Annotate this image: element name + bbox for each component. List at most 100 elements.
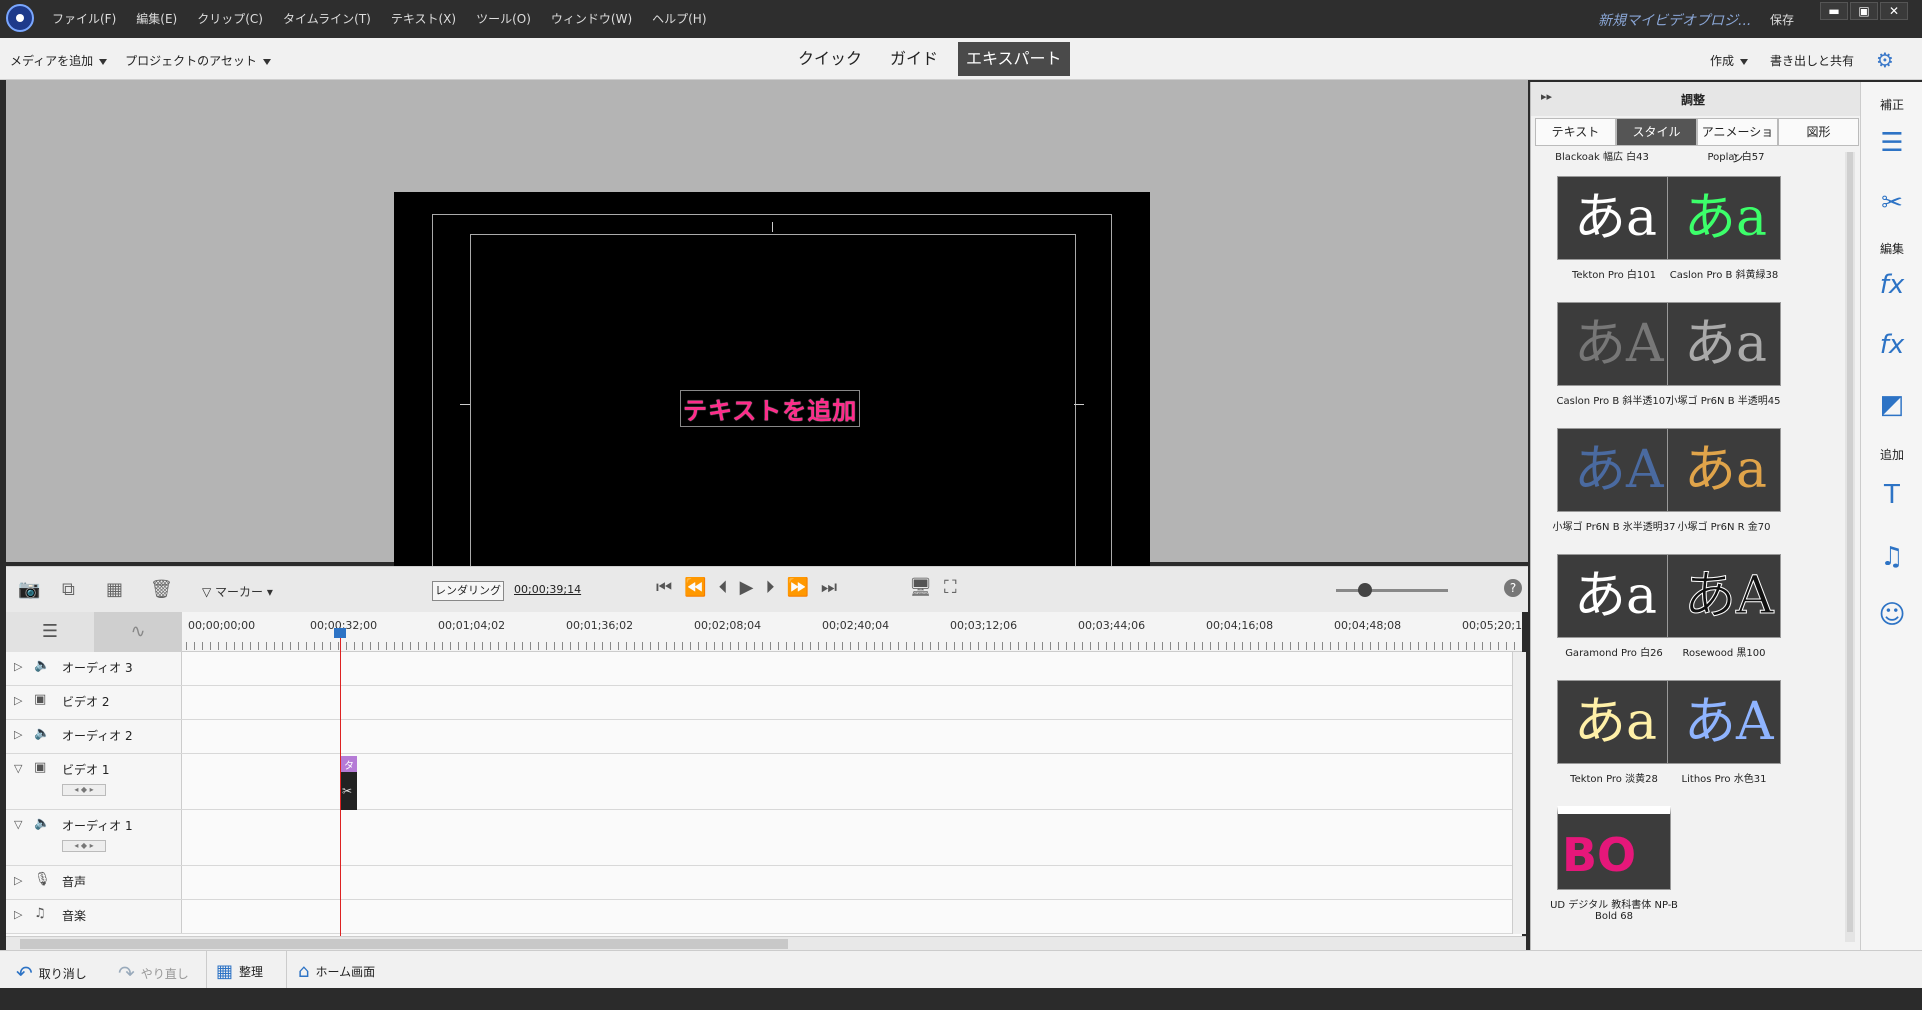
panel-scrollbar[interactable]	[1845, 152, 1855, 942]
title-clip[interactable]: タ ✂	[341, 756, 357, 810]
film-strip-icon[interactable]: ▣	[34, 692, 46, 707]
menu-text[interactable]: テキスト(X)	[391, 10, 456, 27]
text-style-tile[interactable]: あA	[1557, 302, 1671, 386]
timeline-ruler[interactable]: ☰ ∿ 00;00;00;00 00;00;32;00 00;01;04;02 …	[6, 612, 1522, 652]
marker-dropdown[interactable]: ▽ マーカー ▾	[202, 583, 273, 600]
text-style-tile[interactable]: BO	[1557, 806, 1671, 890]
home-screen-button[interactable]: ⌂ ホーム画面	[298, 961, 375, 982]
gear-icon[interactable]: ⚙	[1876, 48, 1894, 72]
preview-screen[interactable]: テキストを追加	[394, 192, 1150, 616]
menu-file[interactable]: ファイル(F)	[52, 10, 116, 27]
expand-arrow-icon[interactable]: ▷	[14, 660, 22, 673]
menu-window[interactable]: ウィンドウ(W)	[551, 10, 632, 27]
keyframe-controls[interactable]: ◂ ◆ ▸	[62, 784, 106, 796]
step-back-icon[interactable]: ⏴	[719, 577, 728, 598]
goto-end-icon[interactable]: ⏭	[821, 577, 837, 598]
microphone-icon[interactable]: 🎙	[34, 872, 51, 887]
track-voice[interactable]: ▷ 🎙 音声	[6, 866, 1516, 900]
save-button[interactable]: 保存	[1770, 11, 1794, 28]
keyframe-controls[interactable]: ◂ ◆ ▸	[62, 840, 106, 852]
menu-edit[interactable]: 編集(E)	[136, 10, 177, 27]
track-audio-1[interactable]: ▽ 🔈 オーディオ 1 ◂ ◆ ▸	[6, 810, 1516, 866]
track-video-2[interactable]: ▷ ▣ ビデオ 2	[6, 686, 1516, 720]
organizer-button[interactable]: ▦ 整理	[216, 961, 263, 982]
sidebar-label-add[interactable]: 追加	[1861, 446, 1922, 463]
undo-button[interactable]: ↶ 取り消し	[16, 961, 87, 985]
create-button[interactable]: 作成	[1710, 52, 1749, 69]
playhead-line[interactable]	[340, 628, 341, 936]
timeline-horizontal-scrollbar[interactable]	[6, 936, 1526, 950]
maximize-button[interactable]: ▣	[1850, 2, 1878, 20]
sidebar-label-adjust[interactable]: 補正	[1861, 96, 1922, 113]
track-audio-2[interactable]: ▷ 🔈 オーディオ 2	[6, 720, 1516, 754]
help-icon[interactable]: ?	[1504, 579, 1522, 597]
fast-forward-icon[interactable]: ⏩	[786, 577, 808, 598]
text-style-tile[interactable]: あa	[1667, 428, 1781, 512]
step-forward-icon[interactable]: ⏵	[765, 577, 774, 598]
zoom-slider[interactable]	[1336, 589, 1448, 592]
speaker-icon[interactable]: 🔈	[34, 658, 50, 673]
timeline-vertical-scrollbar[interactable]	[1512, 652, 1526, 934]
goto-start-icon[interactable]: ⏮	[656, 577, 672, 598]
film-strip-icon[interactable]: ▣	[34, 760, 46, 775]
adjust-sliders-icon[interactable]: ☰	[1861, 128, 1922, 158]
tab-animation[interactable]: アニメーション	[1697, 118, 1778, 165]
audio-waveform-icon[interactable]: ∿	[94, 612, 182, 652]
tab-shape[interactable]: 図形	[1778, 118, 1859, 146]
music-icon[interactable]: ♫	[1861, 542, 1922, 572]
text-style-tile[interactable]: あa	[1557, 554, 1671, 638]
fx-icon[interactable]: fx	[1861, 330, 1922, 360]
render-button[interactable]: レンダリング	[432, 581, 504, 601]
play-icon[interactable]: ▶	[740, 577, 754, 598]
text-style-tile[interactable]: あA	[1667, 554, 1781, 638]
fullscreen-icon[interactable]: ⛶	[944, 577, 957, 598]
track-list-icon[interactable]: ☰	[6, 612, 94, 652]
menu-timeline[interactable]: タイムライン(T)	[283, 10, 371, 27]
scrollbar-thumb[interactable]	[20, 939, 788, 949]
collapse-arrow-icon[interactable]: ▽	[14, 818, 22, 831]
timecode-display[interactable]: 00;00;39;14	[514, 583, 581, 596]
smiley-icon[interactable]: ☺	[1861, 600, 1922, 630]
menu-clip[interactable]: クリップ(C)	[197, 10, 263, 27]
expand-arrow-icon[interactable]: ▷	[14, 874, 22, 887]
zoom-slider-handle[interactable]	[1358, 583, 1372, 597]
tools-icon[interactable]: ✂	[1861, 188, 1922, 218]
music-note-icon[interactable]: ♫	[34, 906, 46, 921]
add-media-button[interactable]: メディアを追加	[10, 52, 108, 69]
title-text-icon[interactable]: T	[1861, 480, 1922, 510]
minimize-button[interactable]: ▬	[1820, 2, 1848, 20]
transition-icon[interactable]: ◩	[1861, 390, 1922, 420]
monitor-settings-icon[interactable]: 🖥	[909, 577, 932, 598]
track-music[interactable]: ▷ ♫ 音楽	[6, 900, 1516, 934]
camera-icon[interactable]: 📷	[18, 579, 40, 600]
export-share-button[interactable]: 書き出しと共有	[1770, 52, 1854, 69]
tab-text[interactable]: テキスト	[1535, 118, 1616, 146]
collapse-arrow-icon[interactable]: ▽	[14, 762, 22, 775]
project-assets-button[interactable]: プロジェクトのアセット	[125, 52, 271, 69]
track-audio-3[interactable]: ▷ 🔈 オーディオ 3	[6, 652, 1516, 686]
sidebar-label-edit[interactable]: 編集	[1861, 240, 1922, 257]
menu-help[interactable]: ヘルプ(H)	[652, 10, 706, 27]
text-style-tile[interactable]: あa	[1667, 176, 1781, 260]
resize-icon[interactable]: ⧉	[62, 579, 75, 600]
text-style-tile[interactable]: あa	[1557, 680, 1671, 764]
track-video-1[interactable]: ▽ ▣ ビデオ 1 ◂ ◆ ▸	[6, 754, 1516, 810]
film-icon[interactable]: ▦	[106, 579, 123, 600]
redo-button[interactable]: ↷ やり直し	[118, 961, 189, 985]
mode-guided[interactable]: ガイド	[882, 42, 946, 76]
text-style-tile[interactable]: あA	[1667, 680, 1781, 764]
text-style-tile[interactable]: あa	[1667, 302, 1781, 386]
add-text-overlay[interactable]: テキストを追加	[680, 390, 861, 427]
close-button[interactable]: ✕	[1880, 2, 1908, 20]
expand-arrow-icon[interactable]: ▷	[14, 694, 22, 707]
rewind-icon[interactable]: ⏪	[684, 577, 706, 598]
speaker-icon[interactable]: 🔈	[34, 816, 50, 831]
menu-tools[interactable]: ツール(O)	[476, 10, 531, 27]
fx-edit-icon[interactable]: fx	[1861, 270, 1922, 300]
scrollbar-thumb[interactable]	[1847, 152, 1853, 932]
mode-expert[interactable]: エキスパート	[958, 42, 1070, 76]
text-style-tile[interactable]: あA	[1557, 428, 1671, 512]
tab-style[interactable]: スタイル	[1616, 118, 1697, 146]
mode-quick[interactable]: クイック	[790, 42, 870, 76]
expand-arrow-icon[interactable]: ▷	[14, 728, 22, 741]
